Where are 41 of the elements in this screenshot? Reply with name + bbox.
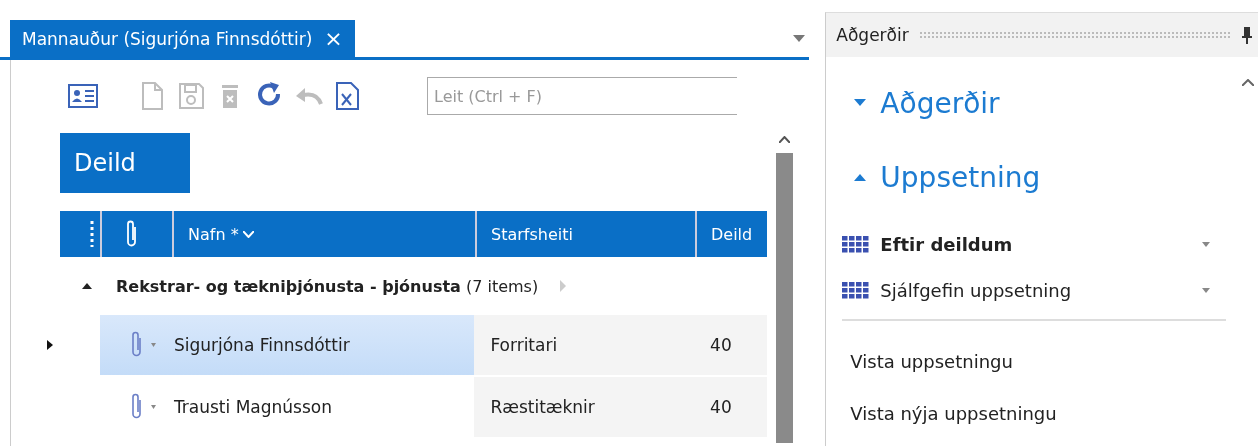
grip-icon[interactable]	[90, 219, 94, 249]
panel-title: Aðgerðir	[836, 25, 909, 45]
tab-title: Mannauður (Sigurjóna Finnsdóttir)	[22, 28, 313, 49]
sort-caret-icon[interactable]	[242, 230, 254, 238]
dropdown-caret-icon[interactable]	[1202, 287, 1211, 293]
table-cell[interactable]: Sigurjóna Finnsdóttir	[99, 315, 475, 375]
table-cell: 40	[694, 377, 767, 437]
dropdown-caret-icon[interactable]	[793, 35, 806, 42]
group-label: Rekstrar- og tækniþjónusta - þjónusta (7 items)	[116, 276, 539, 296]
collapse-caret-icon[interactable]	[82, 283, 92, 289]
layout-label: Sjálfgefin uppsetning	[880, 279, 1073, 301]
dropdown-caret-icon[interactable]	[1202, 241, 1211, 247]
grid-icon	[842, 281, 871, 299]
table-cell: 40	[694, 315, 767, 375]
layout-item[interactable]: Sjálfgefin uppsetning	[842, 267, 1211, 313]
close-button[interactable]: ×	[324, 26, 343, 51]
action-link[interactable]: Vista uppsetningu	[842, 335, 1013, 387]
table-cell[interactable]: Trausti Magnússon	[99, 377, 475, 437]
document-tab[interactable]: Mannauður (Sigurjóna Finnsdóttir) ×	[10, 20, 355, 57]
action-link[interactable]: Vista nýja uppsetningu	[842, 387, 1057, 439]
column-header[interactable]: Deild	[695, 211, 767, 257]
pin-icon[interactable]	[1242, 26, 1252, 44]
search-field[interactable]: Leit (Ctrl + F)	[427, 77, 737, 115]
dropdown-caret-icon[interactable]	[150, 343, 156, 347]
layout-label: Eftir deildum	[880, 233, 1014, 255]
section-header[interactable]: Uppsetning	[842, 147, 1041, 207]
group-by-chip[interactable]: Deild	[60, 133, 190, 193]
employee-name: Trausti Magnússon	[173, 397, 332, 417]
table-cell: Forritari	[474, 315, 695, 375]
column-header[interactable]: Starfsheiti	[475, 211, 695, 257]
employee-name: Sigurjóna Finnsdóttir	[173, 335, 350, 355]
scroll-up-icon[interactable]	[778, 136, 790, 143]
table-cell: Ræstitæknir	[474, 377, 695, 437]
scroll-up-icon[interactable]	[1242, 79, 1254, 86]
dropdown-caret-icon[interactable]	[150, 405, 156, 409]
expand-caret-icon[interactable]	[854, 99, 867, 107]
layout-item[interactable]: Eftir deildum	[842, 221, 1211, 267]
column-header[interactable]: Nafn *	[172, 211, 475, 257]
section-header[interactable]: Aðgerðir	[842, 73, 1000, 133]
grid-icon	[842, 235, 871, 253]
scrollbar-thumb[interactable]	[775, 153, 793, 443]
